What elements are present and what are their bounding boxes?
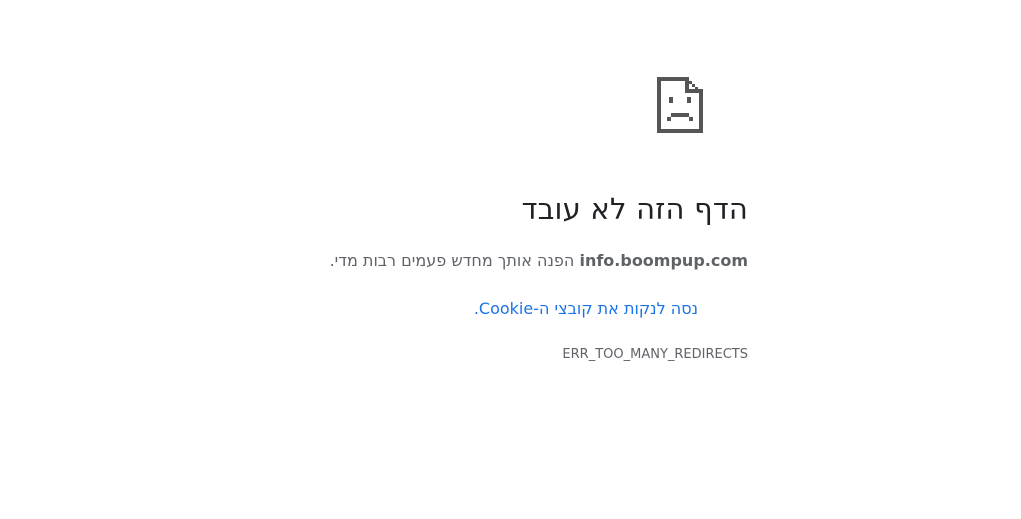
sad-page-icon [657, 77, 703, 133]
error-code: ERR_TOO_MANY_REDIRECTS [562, 347, 748, 362]
page-title: הדף הזה לא עובד [521, 192, 748, 226]
error-summary: info.boompup.com הפנה אותך מחדש פעמים רב… [148, 250, 748, 272]
error-summary-text: הפנה אותך מחדש פעמים רבות מדי. [329, 251, 580, 270]
suggestion: נסה לנקות את קובצי ה-Cookie. [148, 298, 748, 320]
clear-cookies-link[interactable]: נסה לנקות את קובצי ה-Cookie. [474, 299, 698, 318]
error-page: הדף הזה לא עובד info.boompup.com הפנה או… [0, 0, 1021, 519]
error-domain: info.boompup.com [579, 251, 748, 270]
error-content: הדף הזה לא עובד info.boompup.com הפנה או… [148, 188, 748, 364]
